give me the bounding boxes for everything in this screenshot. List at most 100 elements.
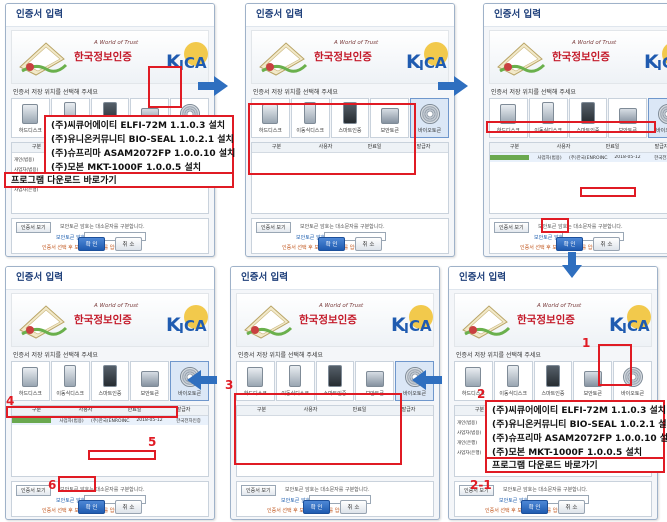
ok-button-highlight: [58, 476, 96, 492]
cancel-button[interactable]: 취 소: [592, 237, 621, 251]
ok-button[interactable]: 확 인: [317, 237, 346, 251]
certificate-art-icon: [244, 305, 293, 339]
svg-text:CA: CA: [409, 317, 432, 335]
driver-item[interactable]: (주)슈프리마 ASAM2072FP 1.0.0.10 설치: [492, 432, 667, 446]
cert-type-label: 사업자(범용): [457, 431, 482, 436]
arrow-right-icon: [198, 76, 228, 96]
cert-type-label: 사업자(은행): [457, 451, 482, 456]
media-usb-button[interactable]: 이동식디스크: [493, 361, 533, 401]
banner-company-name: 한국정보인증: [552, 51, 610, 63]
ok-button[interactable]: 확 인: [77, 500, 106, 514]
ok-button[interactable]: 확 인: [520, 500, 549, 514]
step-1-label: 1: [582, 336, 591, 350]
ok-button[interactable]: 확 인: [77, 237, 106, 251]
download-link[interactable]: 프로그램 다운로드 바로가기: [11, 174, 232, 188]
media-label: 바이오토큰: [621, 391, 645, 397]
token-icon: [365, 371, 384, 387]
media-token-button[interactable]: 보안토큰: [130, 361, 170, 401]
cert-dialog: 인증서 입력 A World of Trust 한국정보인증 K I CA 인증…: [5, 266, 215, 520]
svg-text:CA: CA: [184, 54, 207, 72]
dialog-title: 인증서 입력: [246, 4, 454, 27]
media-label: 하드디스크: [18, 391, 42, 397]
storage-prompt: 인증서 저장 위치를 선택해 주세요: [253, 89, 338, 96]
banner-company-name: 한국정보인증: [74, 51, 132, 63]
download-link[interactable]: 프로그램 다운로드 바로가기: [492, 459, 663, 473]
banner-company-name: 한국정보인증: [314, 51, 372, 63]
storage-prompt: 인증서 저장 위치를 선택해 주세요: [491, 89, 576, 96]
bio-icon: [419, 104, 440, 124]
kica-banner: A World of Trust 한국정보인증 K I CA: [251, 30, 449, 84]
driver-item[interactable]: (주)씨큐어에이티 ELFI-72M 1.1.0.3 설치: [51, 119, 232, 133]
cert-row-highlight: [486, 121, 656, 133]
cancel-button[interactable]: 취 소: [557, 500, 586, 514]
certificate-art-icon: [259, 42, 308, 76]
phone-icon: [545, 365, 560, 387]
column-header[interactable]: 사용자: [539, 143, 588, 152]
download-link-box: 프로그램 다운로드 바로가기: [4, 172, 234, 188]
cert-list-highlight: [234, 393, 402, 465]
dialog-buttons: 확 인 취 소: [449, 494, 657, 514]
pw-input-highlight: [580, 187, 636, 197]
cert-table: 구분사용자만료일발급자 사업자(범용) (주)한국(ENROINC... 2018-…: [489, 142, 667, 214]
bio-token-highlight: [148, 66, 182, 108]
pw-input-highlight: [88, 450, 156, 460]
usb-icon: [64, 365, 77, 387]
step-3-label: 3: [225, 378, 234, 392]
table-cell: 2018-05-12: [136, 418, 163, 423]
ok-button[interactable]: 확 인: [302, 500, 331, 514]
banner-tagline: A World of Trust: [537, 303, 582, 309]
dialog-buttons: 확 인 취 소: [6, 494, 214, 514]
cancel-button[interactable]: 취 소: [339, 500, 368, 514]
kica-banner: A World of Trust 한국정보인증 K I CA: [236, 293, 434, 347]
column-header[interactable]: 발급자: [637, 143, 667, 152]
column-header[interactable]: 만료일: [588, 143, 637, 152]
media-hd-button[interactable]: 하드디스크: [11, 361, 50, 401]
storage-media-bar: 하드디스크 이동식디스크 스마트인증 보안토큰 바이오토큰: [11, 361, 209, 401]
ok-button[interactable]: 확 인: [555, 237, 584, 251]
table-row[interactable]: 사업자(범용) (주)한국(ENROINC... 2018-05-12 한국전자인증: [490, 153, 667, 162]
media-label: 보안토큰: [583, 391, 602, 397]
kica-banner: A World of Trust 한국정보인증 K I CA: [454, 293, 652, 347]
hd-icon: [22, 104, 39, 124]
dialog-buttons: 확 인 취 소: [6, 231, 214, 251]
cert-type-icon: [12, 418, 51, 423]
cancel-button[interactable]: 취 소: [114, 237, 143, 251]
banner-company-name: 한국정보인증: [299, 314, 357, 326]
table-cell: 사업자(범용): [537, 155, 562, 161]
cert-table-body: 사업자(범용) (주)한국(ENROINC... 2018-05-12 한국전자인증: [490, 153, 667, 162]
media-label: 보안토큰: [140, 391, 159, 397]
media-hd-button[interactable]: 하드디스크: [454, 361, 493, 401]
cancel-button[interactable]: 취 소: [354, 237, 383, 251]
column-header[interactable]: 구분: [490, 143, 539, 152]
media-phone-button[interactable]: 스마트인증: [90, 361, 130, 401]
media-phone-button[interactable]: 스마트인증: [533, 361, 573, 401]
arrow-right-icon: [438, 76, 468, 96]
hd-icon: [465, 367, 482, 387]
table-cell: 한국전자인증: [176, 418, 201, 424]
media-label: 이동식디스크: [56, 391, 84, 397]
kica-logo-icon: K I CA: [609, 305, 651, 337]
dialog-title: 인증서 입력: [449, 267, 657, 290]
driver-item[interactable]: (주)씨큐어에이티 ELFI-72M 1.1.0.3 설치: [492, 404, 666, 418]
cancel-button[interactable]: 취 소: [114, 500, 143, 514]
step-6-label: 6: [48, 478, 57, 492]
driver-item[interactable]: (주)슈프리마 ASAM2072FP 1.0.0.10 설치: [51, 147, 235, 161]
media-usb-button[interactable]: 이동식디스크: [50, 361, 90, 401]
arrow-left-icon: [412, 370, 442, 390]
media-label: 바이오토큰: [403, 391, 427, 397]
step-2-label: 2: [477, 387, 486, 401]
storage-prompt: 인증서 저장 위치를 선택해 주세요: [13, 352, 98, 359]
media-bio-button[interactable]: 바이오토큰: [410, 98, 449, 138]
media-label: 스마트인증: [541, 391, 565, 397]
case-note: 보안토큰 암호는 대소문자를 구분합니다.: [503, 487, 588, 493]
banner-tagline: A World of Trust: [319, 303, 364, 309]
banner-company-name: 한국정보인증: [517, 314, 575, 326]
driver-item[interactable]: (주)유니온커뮤니티 BIO-SEAL 1.0.2.1 설치: [51, 133, 234, 147]
driver-item[interactable]: (주)유니온커뮤니티 BIO-SEAL 1.0.2.1 설치: [492, 418, 667, 432]
dialog-buttons: 확 인 취 소: [484, 231, 667, 251]
cert-type-label: 개인(은행): [457, 441, 478, 446]
case-note: 보안토큰 암호는 대소문자를 구분합니다.: [285, 487, 370, 493]
cert-type-label: 개인(범용): [457, 421, 478, 426]
bio-token-highlight: [598, 344, 632, 386]
kica-logo-icon: K I CA: [166, 305, 208, 337]
